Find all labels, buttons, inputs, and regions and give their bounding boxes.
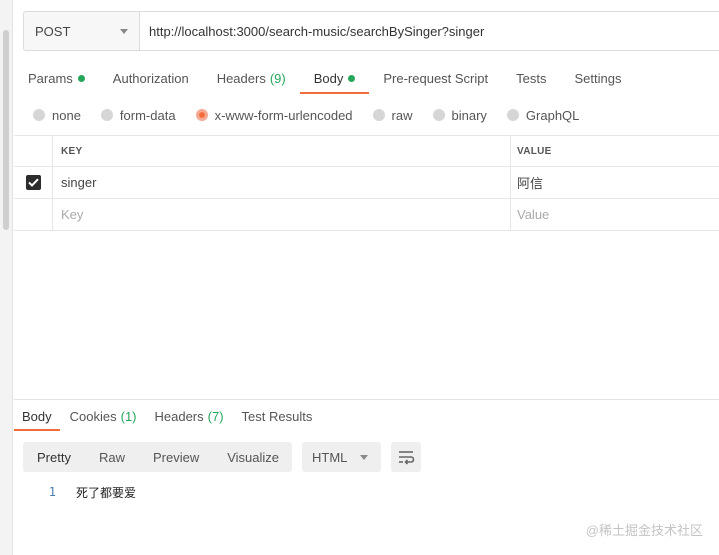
wrap-lines-icon [399,451,415,465]
view-visualize-button[interactable]: Visualize [213,442,293,472]
response-tab-cookies[interactable]: Cookies (1) [62,401,145,431]
sidebar-scrollbar[interactable] [3,30,9,230]
check-icon [27,178,39,187]
tab-label: Cookies [69,408,117,424]
response-code-line: 1 死了都要爱 [40,483,136,501]
request-tabs: Params Authorization Headers (9) Body Pr… [14,62,635,94]
view-raw-button[interactable]: Raw [85,442,139,472]
tab-authorization[interactable]: Authorization [99,62,203,94]
radio-label: x-www-form-urlencoded [214,107,353,123]
response-tabs: Body Cookies (1) Headers (7) Test Result… [14,401,322,431]
tab-label: Body [313,70,344,86]
request-url-bar: POST [23,11,719,51]
radio-circle-icon [432,109,445,121]
tab-count: (1) [120,408,137,424]
line-number: 1 [48,485,56,499]
key-cell[interactable]: singer [53,167,511,198]
radio-binary[interactable]: binary [432,107,487,123]
response-divider[interactable] [14,399,719,400]
radio-label: none [52,107,81,123]
radio-x-www-form-urlencoded[interactable]: x-www-form-urlencoded [195,107,353,123]
radio-label: binary [451,107,487,123]
tab-params[interactable]: Params [14,62,99,94]
column-header-value: VALUE [517,145,552,157]
view-preview-button[interactable]: Preview [139,442,213,472]
response-tab-headers[interactable]: Headers (7) [147,401,232,431]
view-mode-group: Pretty Raw Preview Visualize [23,442,292,472]
radio-none[interactable]: none [33,108,81,123]
column-header-key: KEY [53,136,511,166]
chevron-down-icon [120,28,128,34]
tab-pre-request-script[interactable]: Pre-request Script [369,62,502,94]
table-header-row: KEY VALUE [14,136,719,167]
radio-form-data[interactable]: form-data [100,107,176,123]
table-row: singer 阿信 [14,167,719,199]
response-tab-test-results[interactable]: Test Results [234,401,321,431]
row-enabled-checkbox[interactable] [25,175,41,190]
new-key-input[interactable]: Key [53,199,511,230]
chevron-down-icon [360,454,368,460]
radio-label: GraphQL [525,107,580,123]
key-text: singer [61,175,97,190]
radio-graphql[interactable]: GraphQL [506,107,580,123]
radio-label: raw [391,107,413,123]
tab-settings[interactable]: Settings [560,62,635,94]
status-dot-icon [77,74,85,82]
key-placeholder: Key [61,207,84,222]
tab-label: Test Results [241,408,313,424]
view-pretty-button[interactable]: Pretty [23,442,85,472]
watermark: @稀土掘金技术社区 [585,523,703,538]
tab-label: Params [28,70,73,86]
header-check-cell [14,136,53,166]
wrap-lines-button[interactable] [391,442,421,472]
radio-raw[interactable]: raw [372,107,413,123]
row-check-cell [14,167,53,198]
radio-circle-icon [100,109,113,121]
tab-label: Tests [516,70,547,86]
format-select[interactable]: HTML [302,442,381,472]
params-table: KEY VALUE singer 阿信 Key Value [14,135,719,231]
tab-body[interactable]: Body [299,62,370,94]
new-value-input[interactable]: Value [511,199,719,230]
body-type-radio-group: none form-data x-www-form-urlencoded raw… [33,104,599,126]
radio-circle-icon [506,109,519,121]
tab-count: (9) [269,70,286,86]
method-label: POST [35,23,71,39]
radio-circle-selected-icon [195,109,208,121]
table-row-empty: Key Value [14,199,719,231]
tab-headers[interactable]: Headers (9) [203,62,300,94]
tab-label: Headers [216,70,266,86]
tab-label: Pre-request Script [383,70,489,86]
radio-circle-icon [372,109,385,121]
value-text: 阿信 [517,176,544,191]
value-placeholder: Value [517,207,550,222]
format-label: HTML [312,449,348,465]
radio-circle-icon [33,109,45,121]
tab-label: Body [22,408,52,424]
tab-count: (7) [207,408,224,424]
method-select[interactable]: POST [24,12,140,50]
response-tab-body[interactable]: Body [14,401,60,431]
left-sidebar-edge [0,0,13,555]
radio-label: form-data [119,107,176,123]
url-input[interactable] [140,12,719,50]
code-text: 死了都要爱 [76,485,137,500]
tab-label: Headers [154,408,204,424]
value-cell[interactable]: 阿信 [511,167,719,198]
status-dot-icon [348,74,356,82]
tab-tests[interactable]: Tests [502,62,560,94]
tab-label: Authorization [112,70,189,86]
tab-label: Settings [574,70,622,86]
row-check-cell [14,199,53,230]
